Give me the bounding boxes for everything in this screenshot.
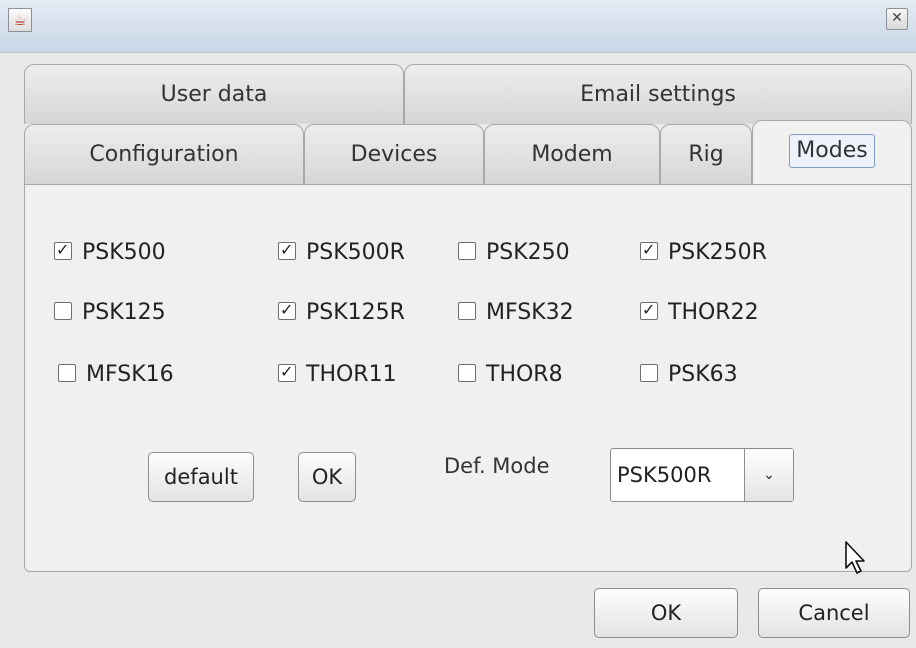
mode-checkbox-psk250r[interactable]: PSK250R	[640, 240, 767, 266]
mode-label: THOR22	[668, 300, 759, 325]
mode-checkbox-psk250[interactable]: PSK250	[458, 240, 570, 266]
ok-button[interactable]: OK	[594, 588, 738, 638]
tab-label: Rig	[688, 142, 724, 167]
tab-label: Modes	[789, 134, 875, 168]
mode-checkbox-psk125r[interactable]: PSK125R	[278, 300, 405, 326]
tab-label: Modem	[531, 142, 613, 167]
tab-rig[interactable]: Rig	[660, 124, 752, 184]
tab-label: User data	[160, 82, 268, 107]
mode-checkbox-mfsk16[interactable]: MFSK16	[58, 362, 174, 388]
mode-label: THOR8	[486, 362, 563, 387]
checkbox-icon[interactable]	[458, 364, 476, 382]
tab-modes[interactable]: Modes	[752, 120, 912, 184]
checkbox-icon[interactable]	[278, 364, 296, 382]
mode-label: PSK250R	[668, 240, 767, 265]
checkbox-icon[interactable]	[54, 242, 72, 260]
checkbox-icon[interactable]	[58, 364, 76, 382]
checkbox-icon[interactable]	[54, 302, 72, 320]
java-cup-icon: ☕	[8, 8, 32, 32]
def-mode-label: Def. Mode	[444, 454, 550, 478]
title-bar: ☕ ✕	[0, 0, 916, 53]
tab-label: Devices	[350, 142, 438, 167]
mode-label: MFSK32	[486, 300, 574, 325]
close-button[interactable]: ✕	[886, 8, 908, 30]
checkbox-icon[interactable]	[640, 364, 658, 382]
cancel-button[interactable]: Cancel	[758, 588, 910, 638]
mode-checkbox-psk125[interactable]: PSK125	[54, 300, 166, 326]
mode-checkbox-mfsk32[interactable]: MFSK32	[458, 300, 574, 326]
mode-checkbox-thor8[interactable]: THOR8	[458, 362, 563, 388]
checkbox-icon[interactable]	[278, 302, 296, 320]
checkbox-icon[interactable]	[640, 302, 658, 320]
tab-devices[interactable]: Devices	[304, 124, 484, 184]
mouse-pointer-icon	[845, 541, 865, 574]
mode-label: PSK125	[82, 300, 166, 325]
def-mode-value: PSK500R	[617, 463, 712, 487]
mode-label: THOR11	[306, 362, 397, 387]
mode-checkbox-psk63[interactable]: PSK63	[640, 362, 738, 388]
panel-ok-button[interactable]: OK	[298, 452, 356, 502]
settings-window: ☕ ✕ User data Email settings Configurati…	[0, 0, 916, 648]
mode-checkbox-psk500r[interactable]: PSK500R	[278, 240, 405, 266]
chevron-down-icon[interactable]: ⌄	[744, 449, 793, 501]
checkbox-icon[interactable]	[458, 242, 476, 260]
tab-modem[interactable]: Modem	[484, 124, 660, 184]
mode-checkbox-thor11[interactable]: THOR11	[278, 362, 397, 388]
checkbox-icon[interactable]	[278, 242, 296, 260]
tab-configuration[interactable]: Configuration	[24, 124, 304, 184]
mode-checkbox-psk500[interactable]: PSK500	[54, 240, 166, 266]
tab-user-data[interactable]: User data	[24, 64, 404, 124]
tab-email-settings[interactable]: Email settings	[404, 64, 912, 124]
tab-label: Configuration	[89, 142, 239, 167]
mode-label: MFSK16	[86, 362, 174, 387]
def-mode-select[interactable]: PSK500R ⌄	[610, 448, 794, 502]
default-button[interactable]: default	[148, 452, 254, 502]
mode-checkbox-thor22[interactable]: THOR22	[640, 300, 759, 326]
tab-label: Email settings	[580, 82, 736, 107]
checkbox-icon[interactable]	[640, 242, 658, 260]
checkbox-icon[interactable]	[458, 302, 476, 320]
mode-label: PSK125R	[306, 300, 405, 325]
mode-label: PSK63	[668, 362, 738, 387]
mode-label: PSK500R	[306, 240, 405, 265]
mode-label: PSK250	[486, 240, 570, 265]
mode-label: PSK500	[82, 240, 166, 265]
